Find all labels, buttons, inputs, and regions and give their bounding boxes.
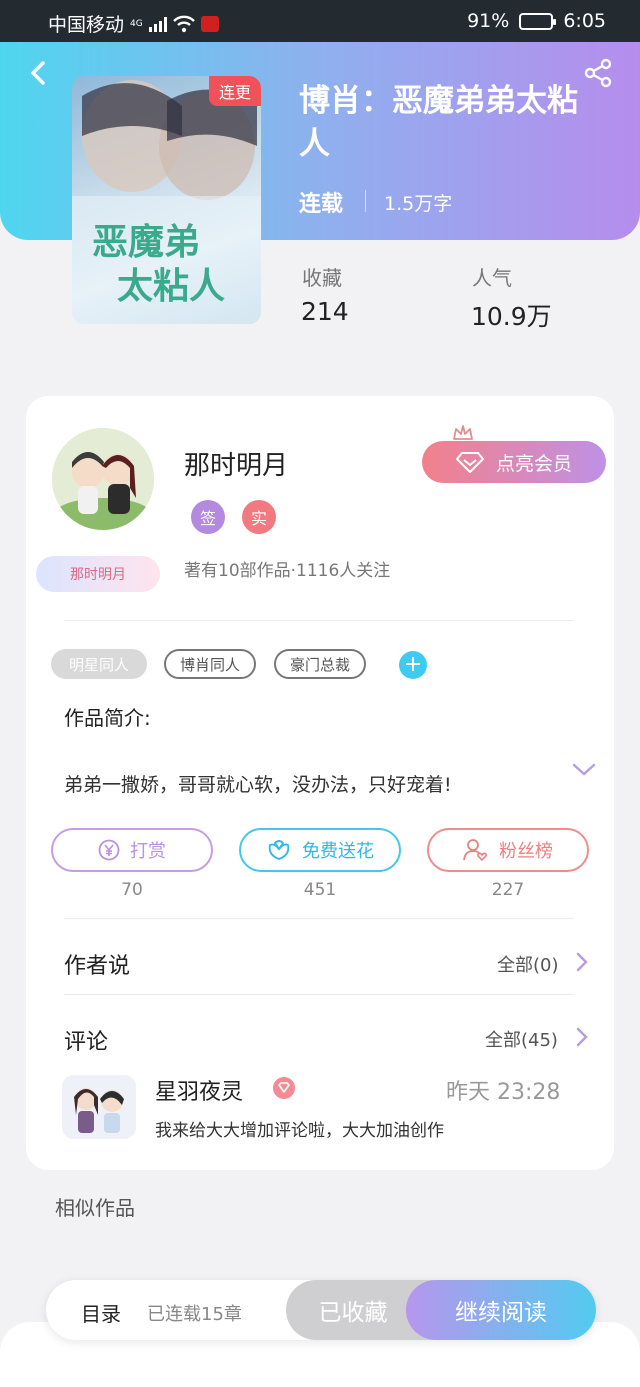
network-type: 4G xyxy=(130,18,143,29)
similar-works-title: 相似作品 xyxy=(55,1196,135,1220)
book-status: 连载 xyxy=(299,192,344,217)
author-name[interactable]: 那时明月 xyxy=(184,445,288,482)
comment-time: 昨天 23:28 xyxy=(446,1080,561,1105)
comment-text: 我来给大大增加评论啦，大大加油创作 xyxy=(155,1121,444,1141)
add-tag-icon[interactable]: + xyxy=(399,651,427,679)
tip-button-label: 打赏 xyxy=(130,841,166,862)
verified-badge: 实 xyxy=(242,500,276,534)
wifi-icon xyxy=(172,15,195,32)
fan-count: 227 xyxy=(491,880,525,900)
chevron-right-icon[interactable] xyxy=(575,1027,589,1047)
divider xyxy=(64,918,574,919)
flower-icon xyxy=(268,840,290,860)
toc-button[interactable]: 目录 xyxy=(81,1298,121,1327)
chevron-down-icon[interactable] xyxy=(572,760,596,778)
word-count: 1.5万字 xyxy=(384,193,453,215)
crown-icon xyxy=(453,425,473,440)
signed-badge: 签 xyxy=(191,500,225,534)
author-says-title: 作者说 xyxy=(64,954,131,979)
intro-label: 作品简介: xyxy=(64,706,151,730)
author-stats: 著有10部作品·1116人关注 xyxy=(184,561,391,581)
status-bar: 中国移动 4G 91% 6:05 xyxy=(0,0,640,42)
favorites-count: 214 xyxy=(301,297,349,326)
avatar-art-image xyxy=(52,428,154,530)
popularity-label: 人气 xyxy=(472,266,512,290)
comments-title: 评论 xyxy=(64,1030,109,1055)
send-flower-button[interactable]: 免费送花 xyxy=(239,828,401,872)
commenter-avatar-image xyxy=(62,1075,136,1139)
send-flower-label: 免费送花 xyxy=(302,841,374,862)
diamond-icon xyxy=(455,452,484,473)
commenter-name[interactable]: 星羽夜灵 xyxy=(155,1074,243,1106)
comments-all-link[interactable]: 全部(45) xyxy=(485,1026,558,1052)
carrier-label: 中国移动 xyxy=(48,14,125,36)
book-cover[interactable]: 恶魔弟 太粘人 连更 xyxy=(72,76,261,324)
avatar-badge-label: 那时明月 xyxy=(70,567,126,583)
tag-chip[interactable]: 博肖同人 xyxy=(164,649,256,679)
tip-count: 70 xyxy=(121,880,143,900)
tip-button[interactable]: 打赏 xyxy=(51,828,213,872)
vip-button[interactable]: 点亮会员 xyxy=(422,441,606,483)
app-notification-icon xyxy=(200,15,219,32)
avatar-name-badge: 那时明月 xyxy=(36,556,160,592)
chapter-progress: 已连载15章 xyxy=(147,1304,242,1325)
vip-diamond-icon xyxy=(273,1077,295,1099)
tag-chip[interactable]: 明星同人 xyxy=(51,649,147,679)
svg-text:太粘人: 太粘人 xyxy=(117,265,225,307)
chevron-right-icon[interactable] xyxy=(575,952,589,972)
divider xyxy=(64,620,574,621)
commenter-avatar[interactable] xyxy=(62,1075,136,1139)
user-heart-icon xyxy=(463,839,487,862)
cover-art-image: 恶魔弟 太粘人 xyxy=(72,80,261,324)
fan-ranking-button[interactable]: 粉丝榜 xyxy=(427,828,589,872)
tag-chip[interactable]: 豪门总裁 xyxy=(274,649,366,679)
author-avatar[interactable] xyxy=(52,428,154,530)
flower-count: 451 xyxy=(303,880,337,900)
battery-percent: 91% xyxy=(467,10,510,32)
continue-reading-button[interactable]: 继续阅读 xyxy=(406,1280,596,1340)
battery-icon xyxy=(519,12,557,30)
author-says-all-link[interactable]: 全部(0) xyxy=(497,951,559,977)
fan-ranking-label: 粉丝榜 xyxy=(499,841,553,862)
separator xyxy=(365,190,366,212)
svg-text:恶魔弟: 恶魔弟 xyxy=(92,221,200,263)
back-icon[interactable] xyxy=(24,58,54,88)
favorites-label: 收藏 xyxy=(302,266,342,290)
update-badge: 连更 xyxy=(209,76,261,106)
intro-text: 弟弟一撒娇，哥哥就心软，没办法，只好宠着! xyxy=(64,774,452,796)
divider xyxy=(64,994,574,995)
signal-icon xyxy=(148,16,167,32)
vip-button-label: 点亮会员 xyxy=(495,452,572,475)
popularity-count: 10.9万 xyxy=(471,302,552,331)
clock: 6:05 xyxy=(563,10,606,32)
yen-coin-icon xyxy=(98,839,120,861)
book-title: 博肖：恶魔弟弟太粘人 xyxy=(299,83,578,162)
